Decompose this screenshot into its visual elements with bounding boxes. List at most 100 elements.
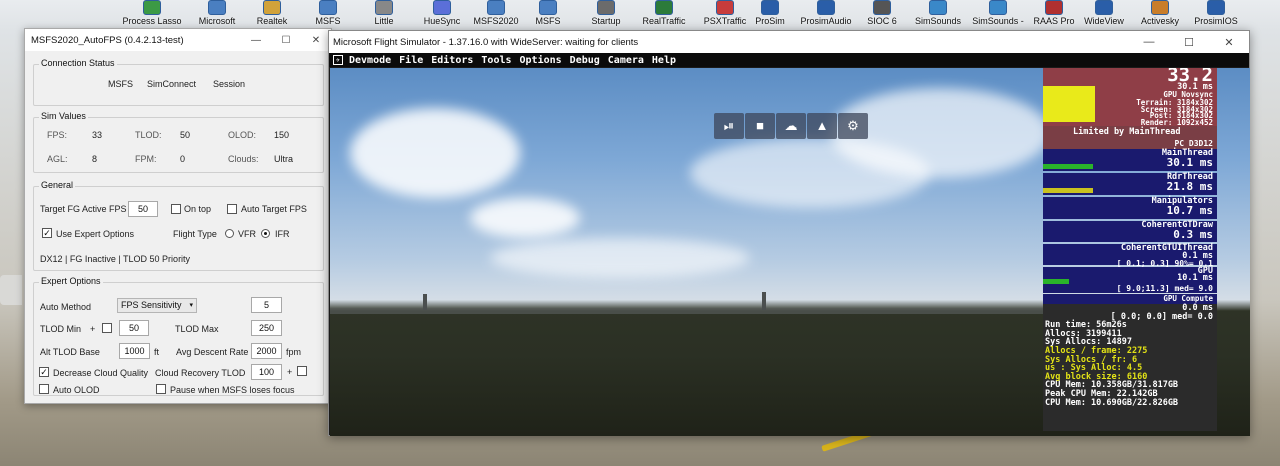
gpu-ms: 10.1 ms [1177,273,1213,283]
app-icon [539,0,557,15]
ifr-label: IFR [275,229,290,239]
desktop-icon-little[interactable]: Little [352,0,416,30]
desktop-icon-msfs[interactable]: MSFS [296,0,360,30]
desktop-icon-realtraffic[interactable]: RealTraffic [632,0,696,30]
maximize-button[interactable]: ☐ [1169,36,1209,49]
decrease-cloud-label: Decrease Cloud Quality [53,368,149,378]
mainthread-graph [1043,164,1093,169]
mainthread-ms: 30.1 ms [1166,156,1213,169]
auto-target-fps-label: Auto Target FPS [241,204,307,214]
target-fps-input[interactable]: 50 [128,201,158,217]
sim-values-group: Sim Values FPS: 33 TLOD: 50 OLOD: 150 AG… [33,111,324,173]
minimize-button[interactable]: — [1129,36,1169,48]
memory-stats: 0.0 ms [ 0.0; 0.0] med= 0.0 Run time: 56… [1043,304,1217,431]
api-text: PC D3D12 [1174,139,1213,148]
desktop-icon-activesky[interactable]: Activesky [1128,0,1192,30]
autofps-titlebar[interactable]: MSFS2020_AutoFPS (0.4.2.13-test) — ☐ ✕ [25,29,331,51]
desktop-icon-process-lasso[interactable]: Process Lasso [120,0,184,30]
menu-tools[interactable]: Tools [481,55,511,66]
menu-editors[interactable]: Editors [431,55,473,66]
fps-label: FPS: [47,130,68,140]
menu-devmode[interactable]: Devmode [349,55,391,66]
tlod-min-checkbox[interactable] [102,323,112,333]
chevron-down-icon: ▾ [189,302,193,309]
close-button[interactable]: ✕ [1209,36,1249,49]
agl-value: 8 [92,154,98,164]
cloud-recovery-checkbox[interactable] [297,366,307,376]
vfr-label: VFR [238,229,256,239]
fps-panel: 33.2 30.1 ms GPU Novsync Terrain: 3184x3… [1043,68,1217,127]
menu-debug[interactable]: Debug [570,55,600,66]
desktop-icon-simsounds[interactable]: SimSounds [906,0,970,30]
camera-icon[interactable]: ■ [745,113,775,139]
tlod-min-plus: + [90,324,96,334]
control-tower [762,292,766,310]
gpu-graph [1043,279,1069,284]
expert-options-checkbox[interactable]: ✓ [42,228,52,238]
clouds-value: Ultra [274,154,294,164]
sim-viewport[interactable]: ⏯ ■ ☁ ▲ ⚙ 33.2 30.1 ms GPU Novsync Terra… [330,68,1250,436]
minimize-button[interactable]: — [241,35,271,46]
sensitivity-input[interactable]: 5 [251,297,282,313]
desktop-icon-simsounds-2[interactable]: SimSounds - [966,0,1030,30]
auto-method-select[interactable]: FPS Sensitivity ▾ [117,298,197,313]
app-icon [1045,0,1063,15]
ifr-radio[interactable] [261,229,270,238]
desktop-icon-startup[interactable]: Startup [574,0,638,30]
desktop-icon-sioc[interactable]: SIOC 6 [850,0,914,30]
desktop-icon-prosimios[interactable]: ProsimIOS [1184,0,1248,30]
desktop-icon-prosimaudio[interactable]: ProsimAudio [794,0,858,30]
auto-target-fps-checkbox[interactable] [227,204,237,214]
menu-help[interactable]: Help [652,55,676,66]
desktop-icon-msfs-2[interactable]: MSFS [516,0,580,30]
olod-label: OLOD: [228,130,257,140]
cloud [350,108,520,198]
app-icon [263,0,281,15]
auto-olod-checkbox[interactable] [39,384,49,394]
cloud-recovery-input[interactable]: 100 [251,364,282,380]
app-icon [143,0,161,15]
menu-file[interactable]: File [399,55,423,66]
menu-options[interactable]: Options [520,55,562,66]
tlod-max-input[interactable]: 250 [251,320,282,336]
descent-rate-input[interactable]: 2000 [251,343,282,359]
play-pause-icon[interactable]: ⏯ [714,113,744,139]
debug-overlay: 33.2 30.1 ms GPU Novsync Terrain: 3184x3… [1043,68,1217,431]
menu-camera[interactable]: Camera [608,55,644,66]
app-icon [989,0,1007,15]
fpm-value: 0 [180,154,186,164]
app-icon [433,0,451,15]
msfs-titlebar[interactable]: Microsoft Flight Simulator - 1.37.16.0 w… [329,31,1249,53]
tlod-min-label: TLOD Min [40,324,82,334]
maximize-button[interactable]: ☐ [271,35,301,46]
decrease-cloud-checkbox[interactable]: ✓ [39,367,49,377]
app-icon [817,0,835,15]
app-icon [375,0,393,15]
fps-value: 33 [92,130,103,140]
aircraft-icon[interactable]: ▲ [807,113,837,139]
flight-type-label: Flight Type [173,229,217,239]
desktop-icon-prosim[interactable]: ProSim [738,0,802,30]
fpm-unit: fpm [286,347,302,357]
alt-tlod-base-input[interactable]: 1000 [119,343,150,359]
settings-icon[interactable]: ⚙ [838,113,868,139]
tlod-max-label: TLOD Max [175,324,219,334]
close-button[interactable]: ✕ [301,35,331,46]
app-icon [716,0,734,15]
cloud-recovery-plus: + [287,367,293,377]
pause-focus-checkbox[interactable] [156,384,166,394]
pause-focus-label: Pause when MSFS loses focus [170,385,295,395]
on-top-checkbox[interactable] [171,204,181,214]
window-title: Microsoft Flight Simulator - 1.37.16.0 w… [333,36,639,48]
weather-icon[interactable]: ☁ [776,113,806,139]
vfr-radio[interactable] [225,229,234,238]
desktop-icon-realtek[interactable]: Realtek [240,0,304,30]
background-aircraft [0,275,22,305]
app-icon [1207,0,1225,15]
descent-rate-label: Avg Descent Rate [176,347,249,357]
group-title: Expert Options [39,276,103,286]
cloud [470,198,580,238]
alt-tlod-base-label: Alt TLOD Base [40,347,100,357]
tlod-min-input[interactable]: 50 [119,320,149,336]
desktop-icon-wideview[interactable]: WideView [1072,0,1136,30]
